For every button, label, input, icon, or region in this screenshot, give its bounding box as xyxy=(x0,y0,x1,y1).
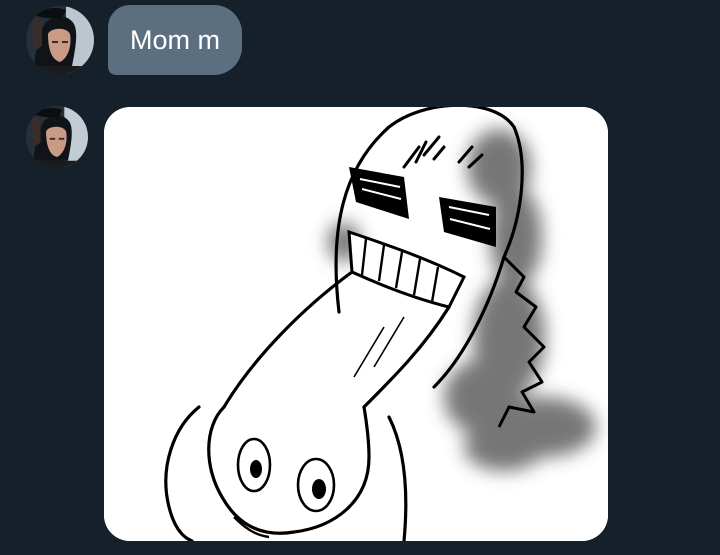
message-image-attachment[interactable] xyxy=(104,107,608,541)
profile-photo-icon xyxy=(26,106,88,168)
avatar[interactable] xyxy=(26,6,94,74)
message-text-content: Mom m xyxy=(130,25,220,55)
profile-photo-icon xyxy=(26,6,94,74)
avatar[interactable] xyxy=(26,106,88,168)
screaming-sketch-drawing-icon xyxy=(104,107,608,541)
message-bubble[interactable]: Mom m xyxy=(108,5,242,75)
